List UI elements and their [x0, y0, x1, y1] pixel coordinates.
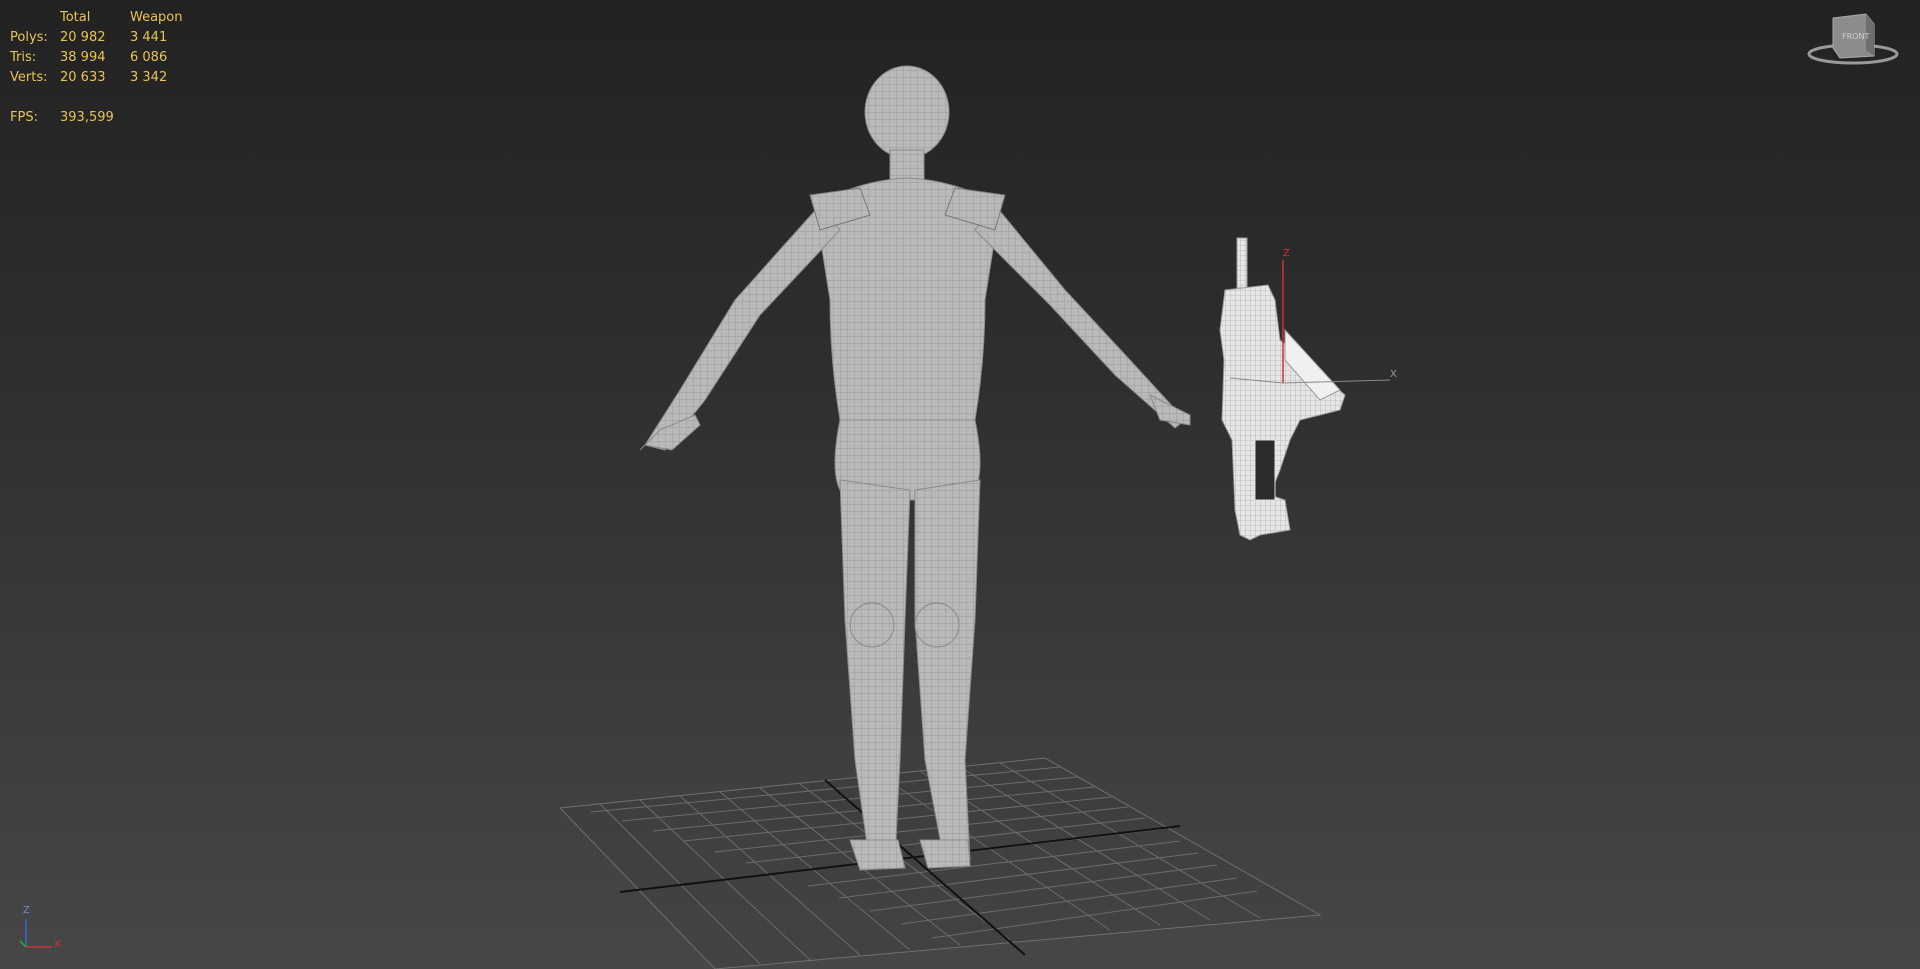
fps-value: 393,599 — [60, 110, 114, 125]
viewport-statistics: Total Weapon Polys: 20 982 3 441 Tris: 3… — [10, 8, 210, 128]
stats-weapon: 3 441 — [130, 30, 168, 45]
tripod-x-label: X — [54, 939, 61, 950]
stats-header-blank — [10, 8, 60, 28]
stats-row-tris: Tris: 38 994 6 086 — [10, 48, 210, 68]
axis-tripod: Z X — [12, 905, 72, 955]
stats-total: 20 982 — [60, 30, 106, 45]
gizmo-x-label: X — [1390, 369, 1397, 380]
viewcube[interactable]: FRONT — [1798, 10, 1908, 70]
fps-label: FPS: — [10, 110, 38, 125]
stats-label: Tris: — [10, 50, 37, 65]
axis-tripod-graphic — [19, 919, 52, 948]
stats-weapon: 6 086 — [130, 50, 168, 65]
character-mesh[interactable] — [639, 65, 1191, 871]
stats-label: Polys: — [10, 30, 48, 45]
stats-header-total: Total — [60, 10, 91, 25]
scene-canvas[interactable] — [0, 0, 1920, 969]
axis-y-line — [19, 940, 27, 948]
stats-row-polys: Polys: 20 982 3 441 — [10, 28, 210, 48]
stats-row-fps: FPS: 393,599 — [10, 108, 210, 128]
stats-label: Verts: — [10, 70, 48, 85]
stats-spacer — [10, 88, 210, 108]
gizmo-z-label: Z — [1283, 248, 1290, 259]
tripod-z-label: Z — [23, 905, 30, 916]
stats-header-row: Total Weapon — [10, 8, 210, 28]
stats-total: 38 994 — [60, 50, 106, 65]
stats-total: 20 633 — [60, 70, 106, 85]
stats-weapon: 3 342 — [130, 70, 168, 85]
stats-header-weapon: Weapon — [130, 10, 183, 25]
viewcube-face-label[interactable]: FRONT — [1842, 32, 1869, 41]
perspective-viewport[interactable]: Z X Total Weapon Polys: 20 982 3 441 Tri… — [0, 0, 1920, 969]
stats-row-verts: Verts: 20 633 3 342 — [10, 68, 210, 88]
